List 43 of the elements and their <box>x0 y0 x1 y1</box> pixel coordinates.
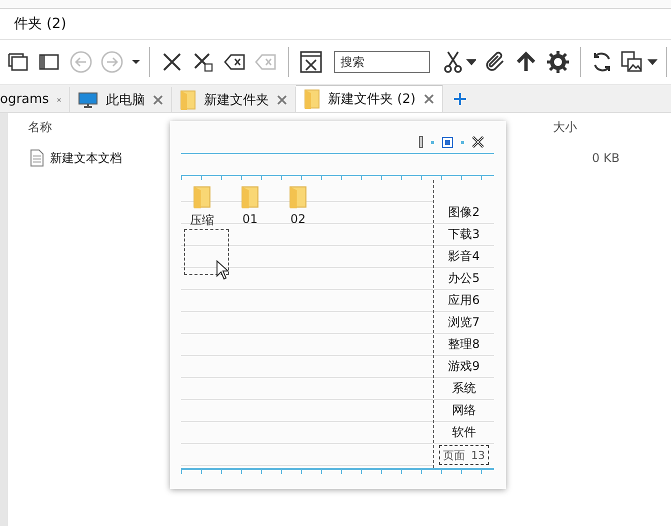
close-icon[interactable] <box>472 136 484 148</box>
category-item[interactable]: 系统 <box>434 378 494 400</box>
column-header[interactable]: 名称 <box>28 118 52 136</box>
image-icon <box>620 50 658 74</box>
new-tab-icon[interactable] <box>452 92 467 106</box>
cursor-icon <box>216 260 230 280</box>
folder-icon <box>304 89 320 109</box>
file-name[interactable]: 新建文本文档 <box>50 150 122 166</box>
category-item[interactable]: 软件 <box>434 422 494 444</box>
folder-icon <box>289 184 307 210</box>
category-item[interactable]: 办公5 <box>434 268 494 290</box>
category-item[interactable]: 网络 <box>434 400 494 422</box>
category-item[interactable]: 下载3 <box>434 224 494 246</box>
category-item[interactable]: 图像2 <box>434 202 494 224</box>
category-item[interactable]: 整理8 <box>434 334 494 356</box>
window-close-icon <box>298 50 323 74</box>
page-number: 13 <box>471 448 485 462</box>
page-label: 页面 <box>443 448 465 462</box>
window-title: 件夹 (2) <box>14 15 66 33</box>
folder-label[interactable]: 01 <box>242 212 258 226</box>
category-item[interactable]: 影音4 <box>434 246 494 268</box>
caret-icon <box>130 59 141 65</box>
file-size: 0 KB <box>592 151 620 165</box>
folder-label[interactable]: 压缩 <box>190 212 214 229</box>
forward-icon <box>100 50 124 74</box>
document-icon <box>30 149 44 167</box>
bar-icon <box>419 136 423 148</box>
folder-icon <box>241 184 259 210</box>
column-header[interactable]: 大小 <box>553 118 577 136</box>
category-item[interactable]: 应用6 <box>434 290 494 312</box>
search-field[interactable]: 搜索 <box>334 51 430 73</box>
tab[interactable]: ograms <box>0 87 70 112</box>
category-item[interactable]: 浏览7 <box>434 312 494 334</box>
settings-icon <box>546 50 570 74</box>
folder-icon <box>180 90 196 110</box>
tab[interactable]: 新建文件夹 (2) <box>296 85 443 112</box>
computer-icon <box>78 92 98 108</box>
folder-label[interactable]: 02 <box>290 212 306 226</box>
scissors-icon <box>442 50 476 74</box>
back-icon <box>68 50 93 74</box>
folder-icon <box>193 184 211 210</box>
category-item[interactable]: 游戏9 <box>434 356 494 378</box>
frame-icon <box>442 136 453 148</box>
